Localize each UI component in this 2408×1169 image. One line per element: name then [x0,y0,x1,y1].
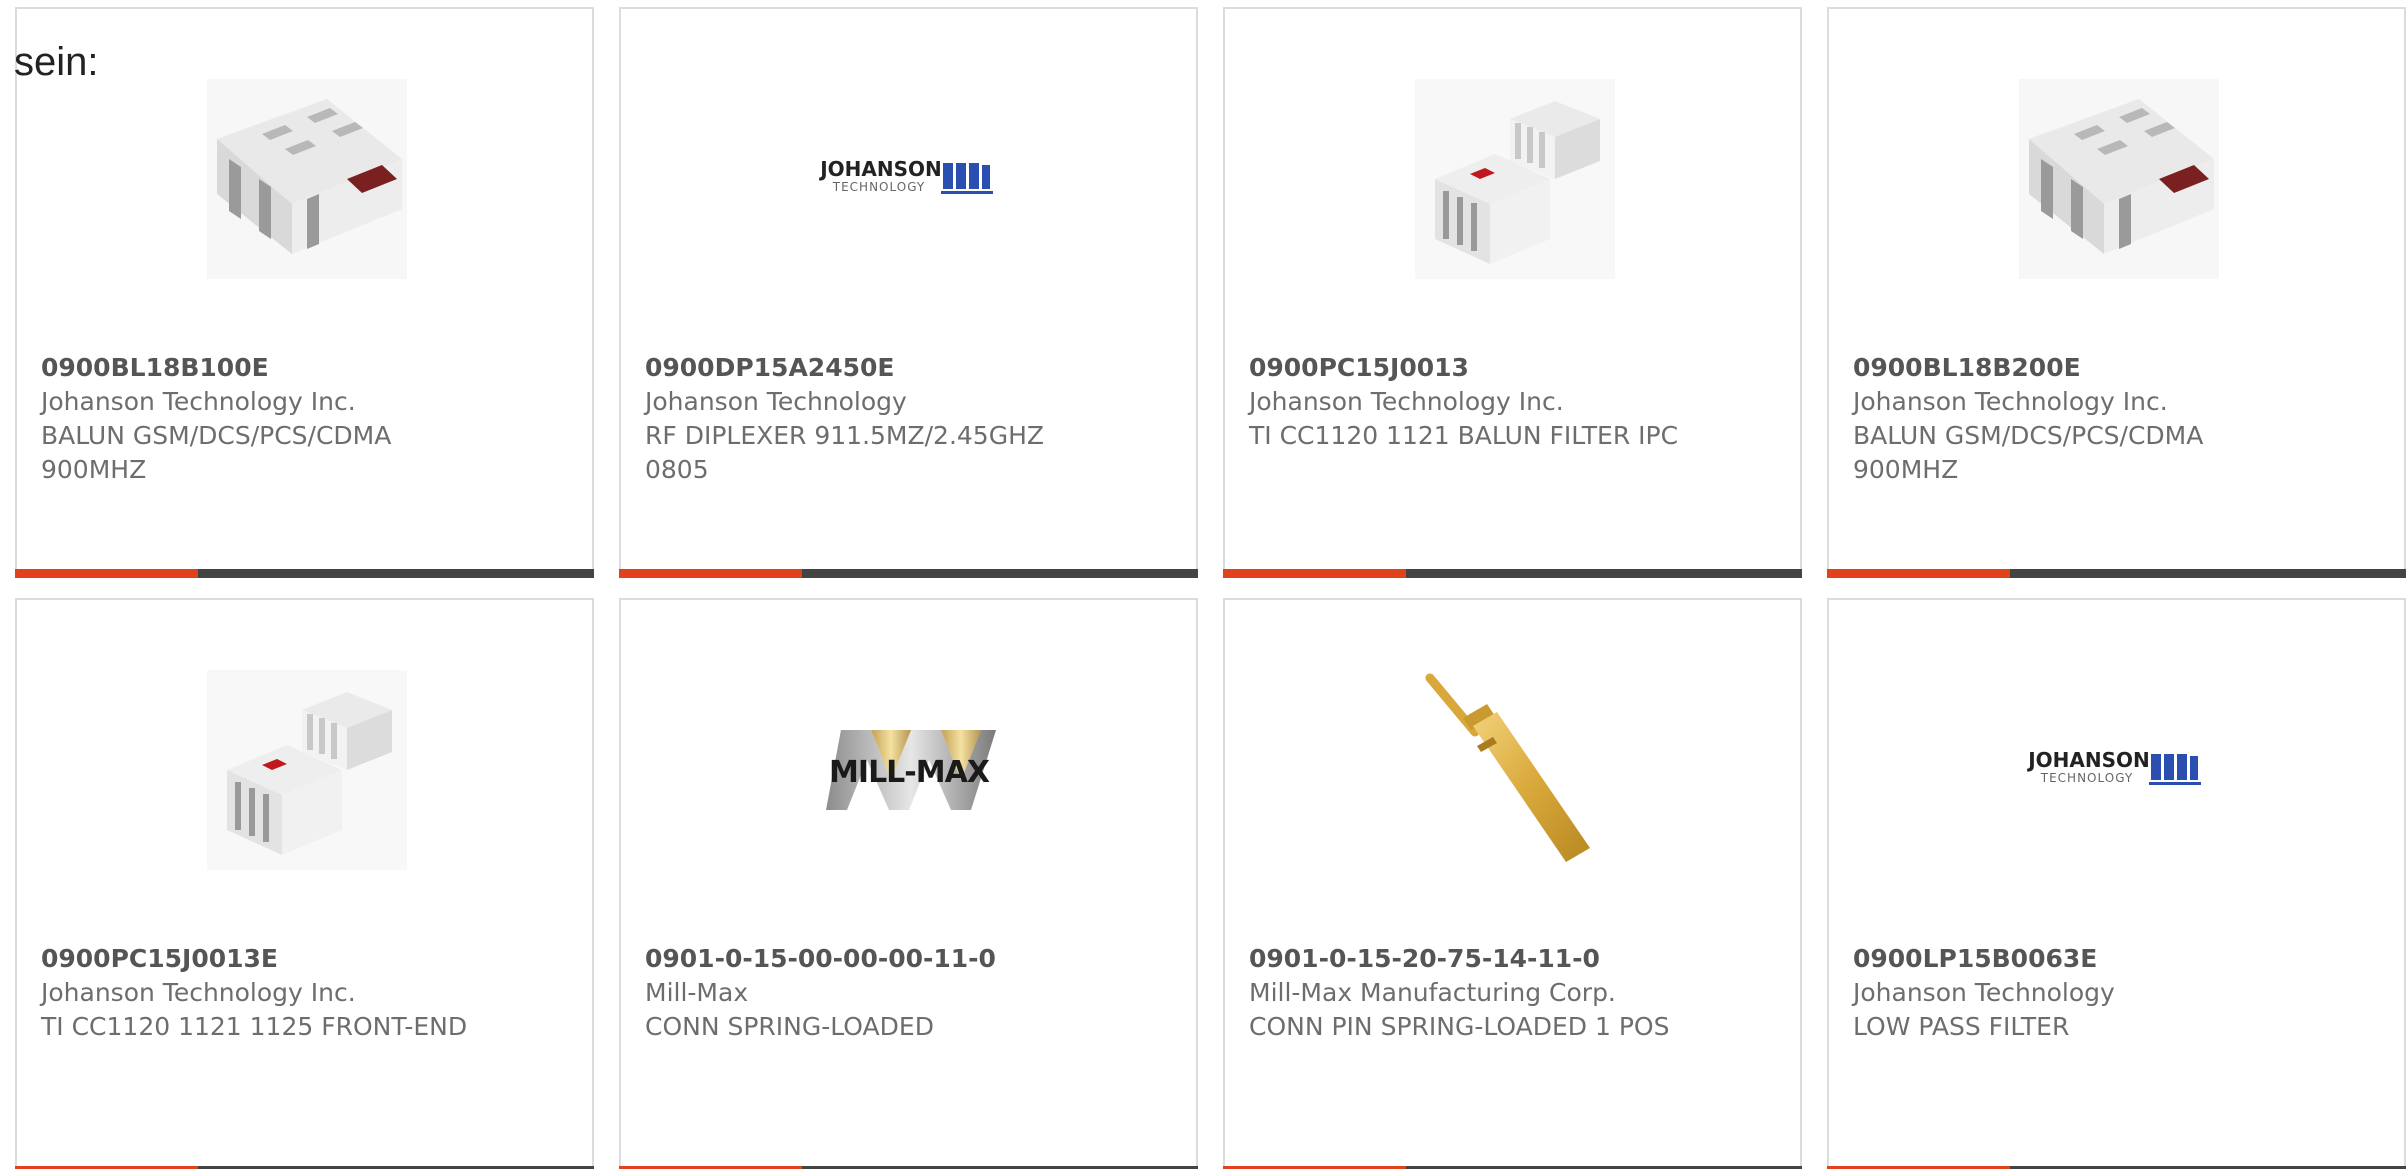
manufacturer: Johanson Technology [1853,978,2115,1007]
manufacturer: Johanson Technology [645,387,907,416]
balun-chip-image [2019,79,2219,279]
manufacturer: Johanson Technology Inc. [1853,387,2168,416]
manufacturer: Johanson Technology Inc. [41,978,356,1007]
card-bottom-bar [619,569,1198,578]
description: LOW PASS FILTER [1853,1012,2070,1041]
balun-chip-image [207,79,407,279]
part-number[interactable]: 0901-0-15-20-75-14-11-0 [1249,942,1679,976]
product-card[interactable]: MILL-MAX 0901-0-15-00-00-00-11-0 Mill-Ma… [619,598,1198,1169]
product-info: 0900LP15B0063E Johanson Technology LOW P… [1853,942,2283,1044]
card-bottom-bar [1223,569,1802,578]
product-image-johanson-logo[interactable]: JOHANSON TECHNOLOGY [2019,670,2219,870]
part-number[interactable]: 0901-0-15-00-00-00-11-0 [645,942,1075,976]
product-card[interactable]: 0900PC15J0013E Johanson Technology Inc. … [15,598,594,1169]
product-info: 0901-0-15-00-00-00-11-0 Mill-Max CONN SP… [645,942,1075,1044]
product-card[interactable]: 0900PC15J0013 Johanson Technology Inc. T… [1223,7,1802,578]
product-grid: 0900BL18B100E Johanson Technology Inc. B… [15,7,2408,1169]
manufacturer: Johanson Technology Inc. [1249,387,1564,416]
product-image-balun-filter-pair[interactable] [1415,79,1615,279]
card-accent-bar [1223,569,1406,578]
balun-filter-pair-image [207,670,407,870]
description: CONN PIN SPRING-LOADED 1 POS [1249,1012,1670,1041]
svg-text:TECHNOLOGY: TECHNOLOGY [2040,771,2133,785]
intro-text: sein: [14,40,99,84]
product-card[interactable]: 0901-0-15-20-75-14-11-0 Mill-Max Manufac… [1223,598,1802,1169]
product-card[interactable]: 0900BL18B100E Johanson Technology Inc. B… [15,7,594,578]
card-bottom-bar [1827,569,2406,578]
card-accent-bar [619,569,802,578]
product-info: 0900PC15J0013 Johanson Technology Inc. T… [1249,351,1679,453]
product-info: 0900BL18B100E Johanson Technology Inc. B… [41,351,471,487]
balun-filter-pair-image [1415,79,1615,279]
product-image-johanson-logo[interactable]: JOHANSON TECHNOLOGY [811,79,1011,279]
description: BALUN GSM/DCS/PCS/CDMA 900MHZ [41,421,392,484]
manufacturer: Mill-Max [645,978,749,1007]
mill-max-logo: MILL-MAX [826,730,996,810]
manufacturer: Mill-Max Manufacturing Corp. [1249,978,1616,1007]
svg-text:JOHANSON: JOHANSON [818,157,942,181]
product-image-balun-chip[interactable] [207,79,407,279]
part-number[interactable]: 0900LP15B0063E [1853,942,2283,976]
manufacturer: Johanson Technology Inc. [41,387,356,416]
description: TI CC1120 1121 1125 FRONT-END [41,1012,468,1041]
product-image-mill-max-logo[interactable]: MILL-MAX [811,670,1011,870]
johanson-technology-logo: JOHANSON TECHNOLOGY [818,157,993,194]
product-image-balun-chip[interactable] [2019,79,2219,279]
product-card[interactable]: 0900BL18B200E Johanson Technology Inc. B… [1827,7,2406,578]
svg-text:JOHANSON: JOHANSON [2026,748,2150,772]
part-number[interactable]: 0900BL18B100E [41,351,471,385]
part-number[interactable]: 0900PC15J0013E [41,942,471,976]
svg-text:MILL-MAX: MILL-MAX [829,755,990,790]
description: RF DIPLEXER 911.5MZ/2.45GHZ 0805 [645,421,1045,484]
spring-pin-image [1425,673,1590,862]
product-card[interactable]: JOHANSON TECHNOLOGY 0900DP15A2450E Johan… [619,7,1198,578]
part-number[interactable]: 0900PC15J0013 [1249,351,1679,385]
product-info: 0900BL18B200E Johanson Technology Inc. B… [1853,351,2283,487]
part-number[interactable]: 0900DP15A2450E [645,351,1075,385]
card-accent-bar [1827,569,2010,578]
card-bottom-bar [15,569,594,578]
card-accent-bar [15,569,198,578]
product-info: 0901-0-15-20-75-14-11-0 Mill-Max Manufac… [1249,942,1679,1044]
product-image-balun-filter-pair[interactable] [207,670,407,870]
description: CONN SPRING-LOADED [645,1012,934,1041]
product-info: 0900DP15A2450E Johanson Technology RF DI… [645,351,1075,487]
johanson-technology-logo: JOHANSON TECHNOLOGY [2026,748,2201,785]
description: BALUN GSM/DCS/PCS/CDMA 900MHZ [1853,421,2204,484]
product-card[interactable]: JOHANSON TECHNOLOGY 0900LP15B0063E Johan… [1827,598,2406,1169]
product-image-spring-pin[interactable] [1415,670,1615,870]
description: TI CC1120 1121 BALUN FILTER IPC [1249,421,1679,450]
product-info: 0900PC15J0013E Johanson Technology Inc. … [41,942,471,1044]
svg-text:TECHNOLOGY: TECHNOLOGY [832,180,925,194]
part-number[interactable]: 0900BL18B200E [1853,351,2283,385]
